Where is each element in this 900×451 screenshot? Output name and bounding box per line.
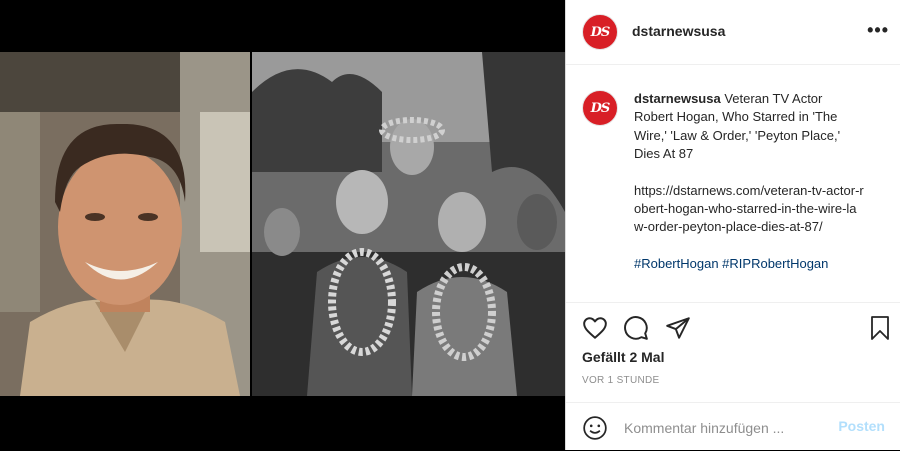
bookmark-icon[interactable]: [868, 315, 892, 341]
portrait-photo: [0, 52, 250, 396]
comment-icon[interactable]: [623, 315, 649, 341]
post-comment-button[interactable]: Posten: [832, 417, 891, 435]
avatar-logo-text: DS: [590, 24, 611, 40]
caption-avatar-logo-text: DS: [590, 100, 611, 116]
caption-text-block: dstarnewsusa Veteran TV Actor Robert Hog…: [634, 90, 864, 273]
group-photo: [252, 52, 565, 396]
emoji-icon[interactable]: [582, 415, 608, 441]
caption-area: DS dstarnewsusa Veteran TV Actor Robert …: [582, 90, 887, 300]
likes-count[interactable]: Gefällt 2 Mal: [582, 349, 664, 365]
action-bar: Gefällt 2 Mal VOR 1 STUNDE: [566, 302, 900, 413]
more-options-icon[interactable]: •••: [867, 20, 889, 41]
caption-link[interactable]: https://dstarnews.com/veteran-tv-actor-r…: [634, 182, 864, 237]
comment-bar: Posten: [566, 402, 900, 451]
post-header: DS dstarnewsusa •••: [566, 0, 900, 65]
heart-icon[interactable]: [582, 315, 608, 341]
share-icon[interactable]: [665, 315, 691, 341]
header-username[interactable]: dstarnewsusa: [632, 23, 725, 39]
avatar[interactable]: DS: [582, 14, 618, 50]
caption-avatar[interactable]: DS: [582, 90, 618, 126]
caption-hashtags[interactable]: #RobertHogan #RIPRobertHogan: [634, 255, 864, 273]
comment-input[interactable]: [622, 415, 836, 441]
post-timestamp[interactable]: VOR 1 STUNDE: [582, 375, 660, 386]
post-sidebar: DS dstarnewsusa ••• DS dstarnewsusa Vete…: [565, 0, 900, 450]
post-media[interactable]: [0, 0, 565, 450]
caption-username[interactable]: dstarnewsusa: [634, 91, 721, 106]
instagram-post-view: DS dstarnewsusa ••• DS dstarnewsusa Vete…: [0, 0, 900, 450]
